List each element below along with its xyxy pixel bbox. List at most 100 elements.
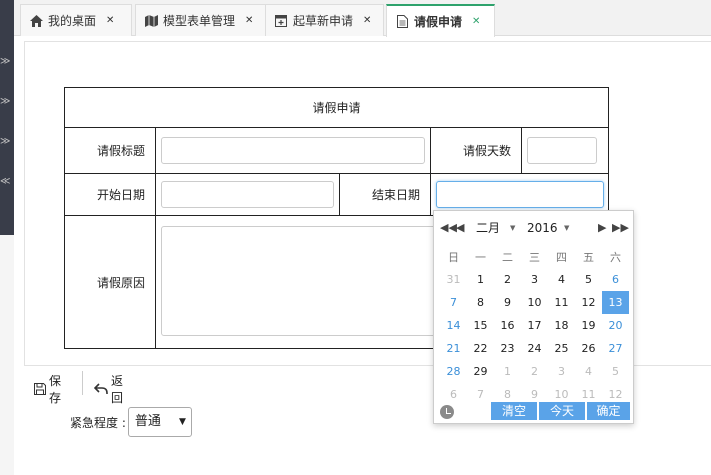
back-label: 返回	[111, 374, 124, 405]
tab-label: 我的桌面	[48, 14, 97, 28]
next-month-icon[interactable]: ▶	[598, 219, 606, 237]
toolbar-divider	[82, 371, 83, 395]
calendar-day[interactable]: 1	[494, 360, 521, 383]
calendar-day[interactable]: 23	[494, 337, 521, 360]
tab-label: 起草新申请	[293, 14, 354, 28]
calendar-day[interactable]: 12	[575, 291, 602, 314]
next-year-icon[interactable]: ▶▶	[612, 219, 629, 237]
weekday-label: 六	[610, 250, 621, 264]
weekday-label: 五	[583, 250, 594, 264]
map-icon	[144, 14, 158, 28]
calendar-day[interactable]: 15	[467, 314, 494, 337]
calendar-day[interactable]: 27	[602, 337, 629, 360]
tab-my-desktop[interactable]: 我的桌面 ✕	[20, 4, 132, 36]
calendar-day[interactable]: 24	[521, 337, 548, 360]
tab-bar: 我的桌面 ✕ 模型表单管理 ✕ 起草新申请 ✕ 请假申请 ✕	[14, 0, 711, 37]
dropdown-arrow-icon: ▼	[178, 417, 186, 427]
calendar-day[interactable]: 2	[521, 360, 548, 383]
date-picker-header: ◀◀ ◀ 二月 ▼ 2016 ▼ ▶ ▶▶	[434, 219, 633, 239]
document-icon	[395, 15, 409, 29]
calendar-day[interactable]: 17	[521, 314, 548, 337]
weekday-label: 一	[475, 250, 486, 264]
leave-days-label: 请假天数	[430, 127, 522, 174]
calendar-day[interactable]: 29	[467, 360, 494, 383]
prev-month-icon[interactable]: ◀	[456, 219, 464, 237]
calendar-day[interactable]: 4	[575, 360, 602, 383]
collapse-chevron-icon[interactable]: ≫	[0, 95, 14, 109]
clear-button[interactable]: 清空	[491, 402, 537, 420]
close-icon[interactable]: ✕	[106, 15, 114, 26]
calendar-day[interactable]: 14	[440, 314, 467, 337]
today-button[interactable]: 今天	[539, 402, 585, 420]
leave-title-cell	[155, 127, 431, 174]
form-title: 请假申请	[63, 87, 610, 128]
end-date-input[interactable]	[436, 181, 605, 208]
year-select[interactable]: 2016	[527, 219, 558, 237]
calendar-day[interactable]: 26	[575, 337, 602, 360]
calendar-day[interactable]: 2	[494, 268, 521, 291]
leave-title-input[interactable]	[161, 137, 425, 164]
save-button[interactable]: 保存	[34, 372, 61, 406]
prev-year-icon[interactable]: ◀◀	[440, 219, 457, 237]
month-dropdown-icon[interactable]: ▼	[510, 219, 515, 237]
calendar-day[interactable]: 9	[494, 291, 521, 314]
calendar-day[interactable]: 8	[467, 291, 494, 314]
close-icon[interactable]: ✕	[472, 16, 480, 27]
urgency-label: 紧急程度 :	[70, 415, 126, 430]
calendar-day[interactable]: 25	[548, 337, 575, 360]
start-date-input[interactable]	[161, 181, 334, 208]
calendar-day[interactable]: 16	[494, 314, 521, 337]
weekday-label: 二	[502, 250, 513, 264]
start-date-cell	[155, 173, 340, 216]
tab-draft-new-application[interactable]: 起草新申请 ✕	[265, 4, 384, 36]
calendar-day[interactable]: 21	[440, 337, 467, 360]
calendar-day[interactable]: 7	[440, 291, 467, 314]
calendar-day[interactable]: 28	[440, 360, 467, 383]
weekday-label: 三	[529, 250, 540, 264]
sidebar-strip: ≫ ≫ ≫ ≪	[0, 0, 14, 475]
calendar-day[interactable]: 5	[575, 268, 602, 291]
tab-label: 请假申请	[414, 15, 463, 29]
urgency-row: 紧急程度 : 普通 ▼	[70, 407, 192, 437]
calendar-day[interactable]: 4	[548, 268, 575, 291]
calendar-day[interactable]: 20	[602, 314, 629, 337]
sidebar-dark-panel: ≫ ≫ ≫ ≪	[0, 0, 14, 235]
calendar-day[interactable]: 18	[548, 314, 575, 337]
home-icon	[29, 14, 43, 28]
tab-model-form-manage[interactable]: 模型表单管理 ✕	[135, 4, 273, 36]
ok-button[interactable]: 确定	[587, 402, 630, 420]
calendar-day[interactable]: 3	[521, 268, 548, 291]
calendar-day-selected[interactable]: 13	[602, 291, 629, 314]
tab-label: 模型表单管理	[163, 14, 236, 28]
date-picker-footer: 清空 今天 确定	[434, 402, 633, 422]
close-icon[interactable]: ✕	[363, 15, 371, 26]
month-select[interactable]: 二月	[476, 219, 500, 237]
close-icon[interactable]: ✕	[245, 15, 253, 26]
save-icon	[34, 383, 46, 395]
clock-icon[interactable]	[440, 405, 454, 419]
calendar-day[interactable]: 1	[467, 268, 494, 291]
leave-days-cell	[520, 127, 610, 174]
back-button[interactable]: 返回	[94, 372, 123, 406]
tab-leave-application[interactable]: 请假申请 ✕	[386, 4, 495, 37]
weekday-label: 四	[556, 250, 567, 264]
save-label: 保存	[49, 374, 62, 405]
calendar-day[interactable]: 22	[467, 337, 494, 360]
collapse-chevron-icon[interactable]: ≫	[0, 55, 14, 69]
leave-days-input[interactable]	[527, 137, 597, 164]
calendar-day[interactable]: 11	[548, 291, 575, 314]
year-dropdown-icon[interactable]: ▼	[564, 219, 569, 237]
calendar-day[interactable]: 6	[602, 268, 629, 291]
expand-chevron-icon[interactable]: ≪	[0, 175, 14, 189]
start-date-label: 开始日期	[64, 173, 156, 216]
urgency-select[interactable]: 普通 ▼	[127, 407, 192, 437]
urgency-value: 普通	[134, 414, 161, 429]
calendar-day[interactable]: 5	[602, 360, 629, 383]
calendar-day[interactable]: 31	[440, 268, 467, 291]
calendar-day[interactable]: 3	[548, 360, 575, 383]
calendar-day[interactable]: 19	[575, 314, 602, 337]
collapse-chevron-icon[interactable]: ≫	[0, 135, 14, 149]
calendar-day[interactable]: 10	[521, 291, 548, 314]
reason-label: 请假原因	[64, 215, 156, 349]
leave-title-label: 请假标题	[64, 127, 156, 174]
